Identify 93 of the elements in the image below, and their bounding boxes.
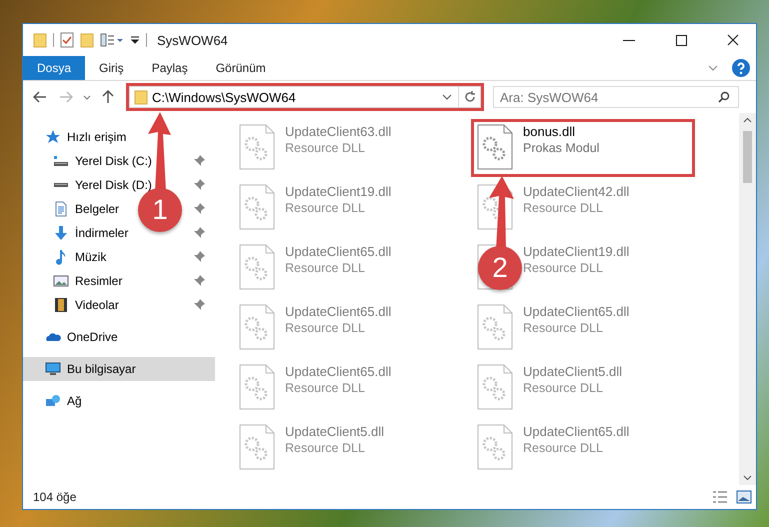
file-name: UpdateClient65.dll [523,304,630,319]
file-item[interactable]: UpdateClient65.dll Resource DLL [235,301,455,355]
folder-icon [33,32,47,48]
drive-icon [53,156,69,166]
file-item[interactable]: UpdateClient5.dll Resource DLL [235,421,455,475]
file-name: UpdateClient65.dll [523,424,630,439]
chevron-down-icon[interactable] [708,63,718,73]
address-input[interactable]: C:\Windows\SysWOW64 [148,88,442,106]
file-item[interactable]: UpdateClient65.dll Resource DLL [473,421,693,475]
gear-file-icon [477,124,513,170]
ribbon-tab[interactable]: Paylaş [138,56,202,80]
details-view-icon[interactable] [712,490,728,504]
back-arrow-icon [33,91,47,103]
chevron-down-icon[interactable] [442,93,452,101]
properties-icon[interactable] [100,32,124,48]
gear-file-icon [239,364,275,410]
scrollbar[interactable] [739,113,756,485]
file-name: UpdateClient65.dll [285,304,392,319]
search-box[interactable]: Ara: SysWOW64 [493,86,739,108]
file-type: Resource DLL [285,381,366,395]
file-item[interactable]: UpdateClient65.dll Resource DLL [473,301,693,355]
gear-file-icon [477,424,513,470]
file-type: Resource DLL [285,201,366,215]
file-item[interactable]: UpdateClient5.dll Resource DLL [473,361,693,415]
nav-item[interactable]: Yerel Disk (C:) [23,149,215,173]
file-name: UpdateClient65.dll [285,244,392,259]
search-icon[interactable] [718,91,730,103]
file-type: Resource DLL [523,321,604,335]
close-icon [727,34,739,46]
chevron-down-icon [83,94,91,100]
nav-item[interactable]: OneDrive [23,325,215,349]
folder-icon [134,89,148,105]
ribbon-tab[interactable]: Görünüm [202,56,280,80]
nav-item[interactable]: Ağ [23,389,215,413]
gear-file-icon [239,424,275,470]
window-title: SysWOW64 [157,32,229,48]
file-name: UpdateClient19.dll [523,244,630,259]
drive-icon [53,183,69,187]
file-item[interactable]: UpdateClient19.dll Resource DLL [235,181,455,235]
file-item[interactable]: UpdateClient65.dll Resource DLL [235,361,455,415]
film-icon [53,297,69,313]
dropdown-icon[interactable] [130,35,140,45]
item-count: 104 öğe [33,490,78,504]
file-item[interactable]: UpdateClient63.dll Resource DLL [235,121,455,175]
file-type: Resource DLL [523,381,604,395]
gear-file-icon [477,304,513,350]
network-icon [45,393,61,409]
star-icon [45,129,61,145]
file-type: Resource DLL [285,141,366,155]
file-name: UpdateClient5.dll [523,364,622,379]
search-field[interactable]: Ara: SysWOW64 [494,88,718,106]
nav-item[interactable]: Videolar [23,293,215,317]
gear-file-icon [239,184,275,230]
scroll-down-icon[interactable] [743,475,752,481]
picture-icon [53,273,69,289]
file-type: Resource DLL [523,261,604,275]
file-type: Resource DLL [523,441,604,455]
nav-item[interactable]: Müzik [23,245,215,269]
gear-file-icon [477,364,513,410]
gear-file-icon [239,124,275,170]
address-bar[interactable]: C:\Windows\SysWOW64 [129,86,481,108]
file-type: Resource DLL [285,261,366,275]
nav-item[interactable]: Bu bilgisayar [23,357,215,381]
file-type: Resource DLL [285,321,366,335]
file-type: Resource DLL [523,201,604,215]
down-arrow-icon [53,225,69,241]
up-arrow-icon [102,90,114,104]
file-name: UpdateClient19.dll [285,184,392,199]
document-icon [53,201,69,217]
refresh-icon [464,91,476,103]
nav-item[interactable]: Hızlı erişim [23,125,215,149]
file-name: UpdateClient5.dll [285,424,384,439]
large-icons-view-icon[interactable] [736,490,752,504]
file-name: UpdateClient42.dll [523,184,630,199]
file-name: UpdateClient65.dll [285,364,392,379]
file-type: Resource DLL [285,441,366,455]
gear-file-icon [239,304,275,350]
maximize-icon [676,34,686,46]
scroll-thumb[interactable] [743,131,752,183]
help-icon[interactable] [732,59,750,77]
file-item[interactable]: bonus.dll Prokas Modul [473,121,693,175]
ribbon-tab[interactable]: Giriş [85,56,138,80]
gear-file-icon [239,244,275,290]
file-name: bonus.dll [523,124,576,139]
forward-arrow-icon [59,91,73,103]
ribbon-tab[interactable]: Dosya [23,56,86,80]
file-name: UpdateClient63.dll [285,124,392,139]
checklist-icon[interactable] [60,32,74,48]
file-type: Prokas Modul [523,141,600,155]
nav-item[interactable]: Resimler [23,269,215,293]
monitor-icon [45,361,61,377]
file-item[interactable]: UpdateClient65.dll Resource DLL [235,241,455,295]
scroll-up-icon[interactable] [743,117,752,123]
